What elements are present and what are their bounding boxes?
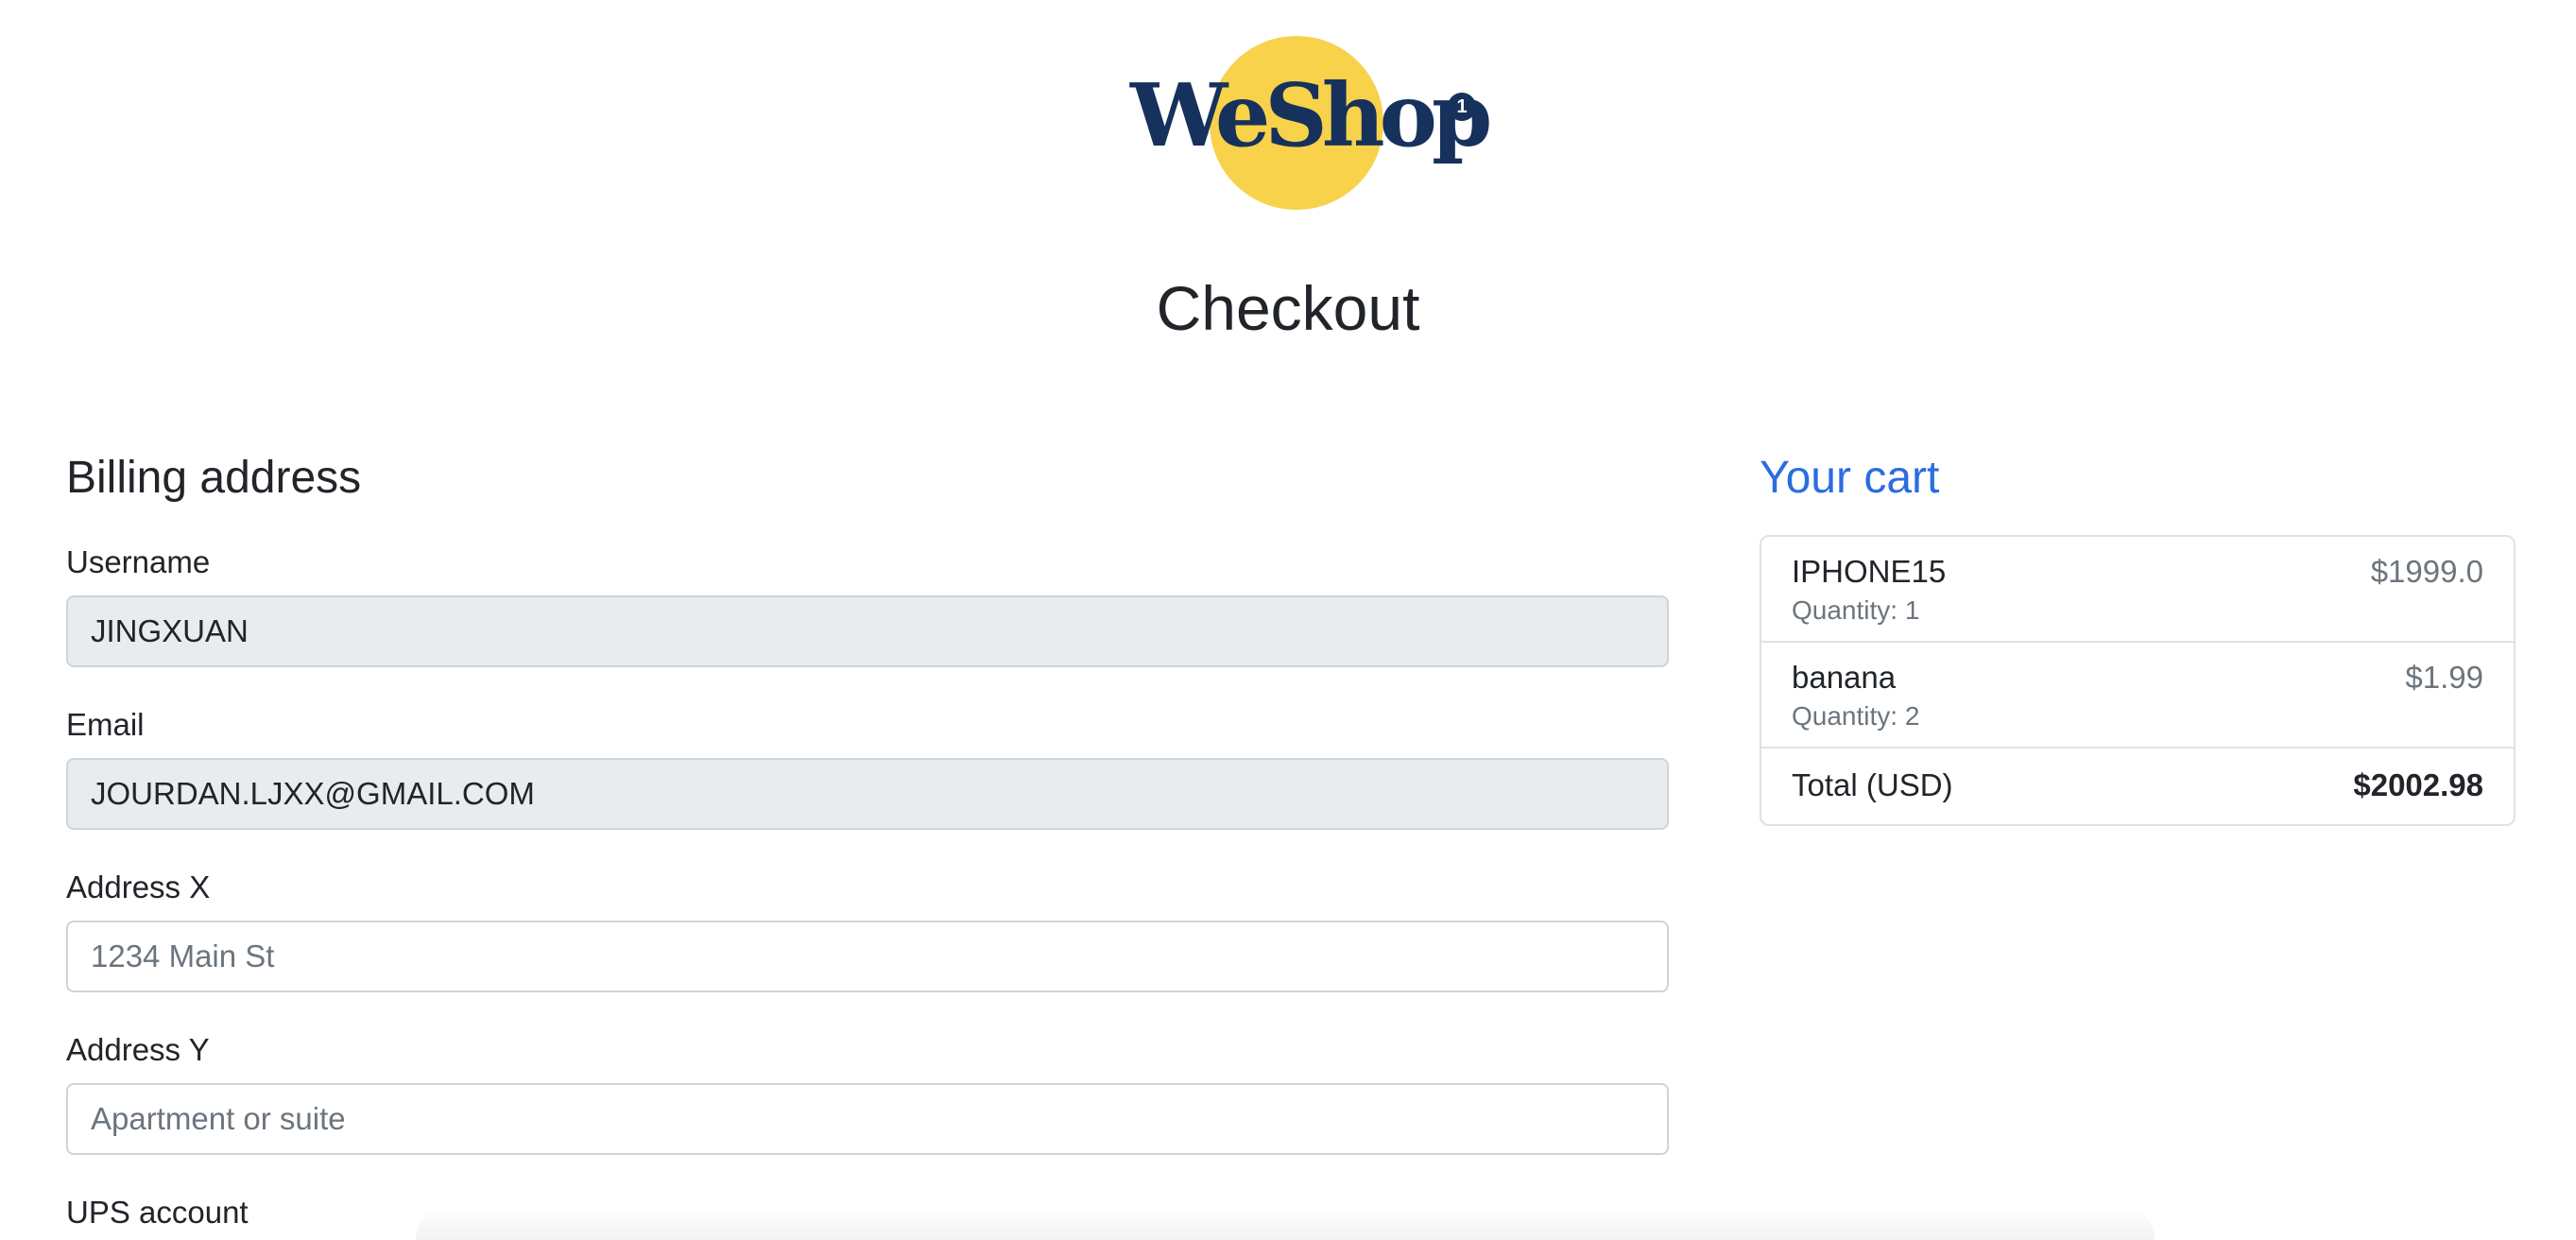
bottom-toolbar-shadow bbox=[416, 1206, 2155, 1240]
ups-account-label: UPS account bbox=[66, 1195, 249, 1230]
address-y-field[interactable] bbox=[66, 1083, 1669, 1155]
username-field[interactable] bbox=[66, 595, 1669, 667]
weshop-logo: WeShop 1 bbox=[1130, 36, 1492, 210]
cart-item: banana Quantity: 2 $1.99 bbox=[1761, 643, 2514, 749]
logo-badge: 1 bbox=[1448, 93, 1476, 121]
address-x-label: Address X bbox=[66, 870, 211, 904]
cart-total-label: Total (USD) bbox=[1792, 767, 1953, 802]
email-field[interactable] bbox=[66, 758, 1669, 830]
cart-item-price: $1999.0 bbox=[2370, 554, 2483, 589]
page-title: Checkout bbox=[1156, 273, 1420, 343]
address-y-label: Address Y bbox=[66, 1032, 210, 1067]
cart-total-row: Total (USD) $2002.98 bbox=[1761, 749, 2514, 824]
cart-item-price: $1.99 bbox=[2405, 660, 2483, 695]
cart-heading: Your cart bbox=[1760, 453, 1940, 503]
billing-heading: Billing address bbox=[66, 453, 362, 503]
logo-wordmark: WeShop bbox=[1130, 64, 1492, 166]
username-label: Username bbox=[66, 544, 211, 579]
cart-item-quantity: Quantity: 2 bbox=[1792, 701, 1920, 731]
email-label: Email bbox=[66, 707, 145, 742]
cart-item-name: banana bbox=[1792, 660, 1897, 695]
billing-address-section: Billing address Username Email Address X… bbox=[66, 448, 1669, 1230]
cart-list: IPHONE15 Quantity: 1 $1999.0 banana Quan… bbox=[1760, 535, 2516, 826]
checkout-page: WeShop 1 Checkout Billing address Userna… bbox=[0, 0, 2576, 1240]
address-x-field[interactable] bbox=[66, 921, 1669, 992]
cart-total-amount: $2002.98 bbox=[2353, 767, 2483, 802]
cart-section: Your cart IPHONE15 Quantity: 1 $1999.0 b… bbox=[1760, 448, 2516, 826]
cart-item-name: IPHONE15 bbox=[1792, 554, 1947, 589]
cart-item-quantity: Quantity: 1 bbox=[1792, 595, 1920, 625]
cart-item: IPHONE15 Quantity: 1 $1999.0 bbox=[1761, 537, 2514, 643]
